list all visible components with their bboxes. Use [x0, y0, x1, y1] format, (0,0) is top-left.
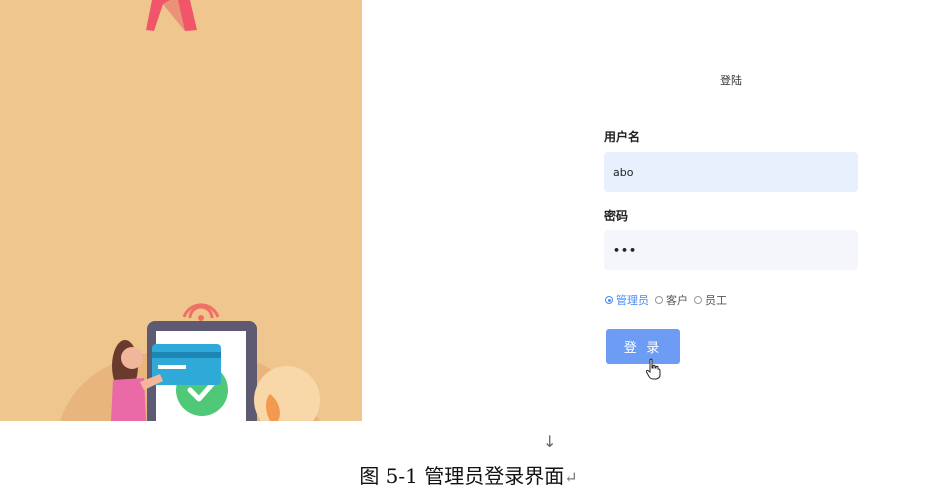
role-option-label: 管理员: [616, 294, 649, 307]
password-input[interactable]: •••: [604, 230, 858, 270]
login-illustration: [0, 0, 362, 421]
paragraph-mark: ↓: [543, 432, 557, 451]
figure-caption: 图 5-1 管理员登录界面↵: [0, 460, 937, 489]
role-option-label: 客户: [666, 294, 688, 307]
role-option-label: 员工: [705, 294, 727, 307]
radio-checked-icon: [605, 296, 613, 304]
radio-unchecked-icon: [655, 296, 663, 304]
role-option-employee[interactable]: 员工: [694, 292, 727, 308]
radio-unchecked-icon: [694, 296, 702, 304]
figure-caption-text: 图 5-1 管理员登录界面: [359, 464, 565, 488]
role-radio-group: 管理员 客户 员工: [605, 292, 733, 308]
username-value: abo: [613, 165, 634, 179]
username-label: 用户名: [604, 130, 641, 144]
return-mark: ↵: [564, 468, 578, 487]
password-value: •••: [613, 243, 638, 257]
hand-pointer-icon: [645, 358, 661, 384]
login-title: 登陆: [720, 74, 742, 87]
role-option-admin[interactable]: 管理员: [605, 292, 649, 308]
role-option-customer[interactable]: 客户: [655, 292, 688, 308]
password-label: 密码: [604, 209, 629, 223]
login-button[interactable]: 登 录: [606, 329, 680, 364]
username-input[interactable]: abo: [604, 152, 858, 192]
login-screenshot: 登陆 用户名 abo 密码 ••• 管理员 客户 员工 登 录: [0, 0, 937, 421]
